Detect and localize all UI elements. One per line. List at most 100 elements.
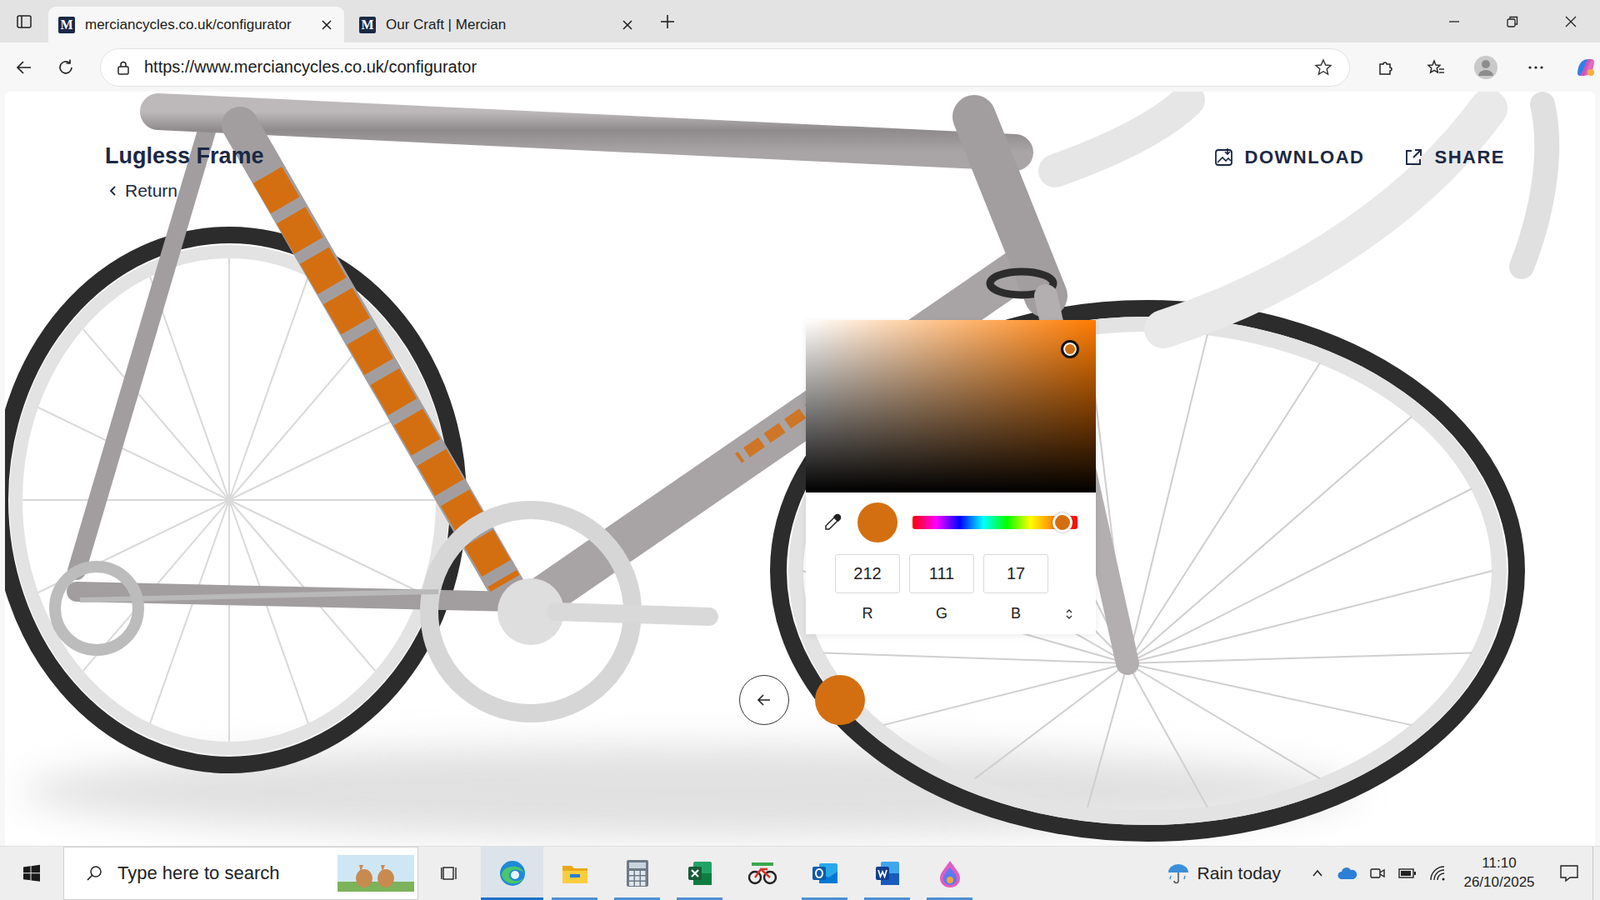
back-button[interactable] — [5, 48, 44, 87]
color-thumb[interactable] — [1060, 340, 1080, 359]
running-indicator — [926, 897, 973, 900]
favorites-button[interactable] — [1416, 48, 1455, 87]
bike-render[interactable] — [5, 91, 1595, 846]
channel-field: B — [983, 554, 1049, 623]
rear-wheel — [5, 235, 459, 765]
profile-avatar-icon — [1473, 55, 1499, 80]
drivetrain — [55, 510, 710, 714]
close-icon[interactable] — [621, 19, 634, 31]
taskbar-app[interactable] — [543, 846, 606, 900]
file-explorer-icon — [560, 860, 590, 886]
browser-viewport: Lugless Frame Return DOWNLOAD SHARE R G B — [0, 91, 1600, 846]
running-indicator — [551, 897, 598, 900]
running-indicator — [614, 897, 660, 900]
share-icon — [1402, 146, 1425, 169]
address-bar[interactable]: https://www.merciancycles.co.uk/configur… — [100, 48, 1350, 87]
minimize-icon — [1448, 15, 1460, 28]
taskbar-app[interactable] — [730, 846, 794, 900]
close-icon — [1565, 15, 1577, 28]
onedrive-button[interactable] — [1332, 866, 1363, 880]
taskbar-app[interactable] — [793, 846, 856, 900]
wifi-icon — [1429, 865, 1446, 882]
page-title: Lugless Frame — [105, 143, 265, 170]
arrow-left-icon — [755, 690, 774, 710]
channel-label: R — [862, 605, 874, 623]
tab-strip: Mmerciancycles.co.uk/configuratorMOur Cr… — [0, 0, 1600, 43]
taskbar: Type here to search Rain today 11:1026/10/… — [0, 845, 1600, 900]
paint-icon — [937, 859, 963, 888]
taskbar-app[interactable] — [605, 846, 669, 900]
page-actions: DOWNLOAD SHARE — [1213, 146, 1506, 169]
channel-input[interactable] — [835, 554, 900, 594]
battery-icon — [1398, 867, 1417, 880]
tab-actions-icon — [15, 13, 33, 30]
chevron-up-icon — [1310, 866, 1325, 880]
network-button[interactable] — [1422, 865, 1453, 882]
profile-button[interactable] — [1466, 48, 1505, 87]
action-button[interactable]: DOWNLOAD — [1213, 146, 1365, 169]
notifications-button[interactable] — [1545, 846, 1593, 900]
action-button[interactable]: SHARE — [1402, 146, 1505, 169]
task-view-button[interactable] — [418, 846, 481, 900]
browser-tab[interactable]: Mmerciancycles.co.uk/configurator — [48, 6, 345, 43]
sidebar-toggle[interactable] — [5, 2, 44, 41]
show-desktop-button[interactable] — [1592, 846, 1600, 900]
back-button[interactable] — [739, 675, 790, 725]
new-tab-button[interactable] — [648, 2, 687, 41]
back-arrow-icon — [15, 58, 34, 77]
selected-color-swatch[interactable] — [815, 675, 865, 725]
url-text: https://www.merciancycles.co.uk/configur… — [144, 57, 477, 77]
screen: Mmerciancycles.co.uk/configuratorMOur Cr… — [0, 0, 1600, 900]
close-icon[interactable] — [320, 19, 333, 31]
umbrella-rain-icon — [1165, 860, 1191, 886]
browser-tab[interactable]: MOur Craft | Mercian — [349, 6, 645, 43]
hue-slider[interactable] — [912, 515, 1078, 530]
eyedropper-icon[interactable] — [822, 512, 843, 533]
extensions-button[interactable] — [1366, 48, 1405, 87]
outlook-icon — [810, 860, 840, 887]
battery-button[interactable] — [1392, 867, 1423, 880]
taskbar-app[interactable] — [668, 846, 731, 900]
restore-button[interactable] — [1483, 0, 1542, 43]
running-indicator — [801, 897, 848, 900]
tab-label: Our Craft | Mercian — [385, 16, 612, 34]
word-icon — [874, 860, 901, 887]
copilot-icon — [1574, 55, 1598, 80]
search-highlight-icon — [337, 855, 415, 892]
copilot-button[interactable] — [1566, 48, 1600, 87]
start-button[interactable] — [0, 846, 64, 900]
saturation-brightness-area[interactable] — [805, 320, 1096, 493]
current-color-swatch — [857, 502, 898, 543]
color-picker: RGB — [805, 320, 1096, 635]
more-button[interactable] — [1516, 48, 1555, 87]
close-window-button[interactable] — [1541, 0, 1600, 43]
running-indicator — [676, 897, 723, 900]
taskbar-app[interactable] — [918, 846, 981, 900]
clock-time: 11:10 — [1481, 854, 1516, 874]
taskbar-app[interactable] — [480, 846, 544, 900]
front-wheel — [778, 308, 1517, 834]
hue-thumb[interactable] — [1052, 512, 1073, 533]
favicon-icon: M — [58, 16, 75, 34]
page-header: Lugless Frame Return — [105, 143, 265, 201]
excel-icon — [686, 860, 714, 887]
taskbar-search[interactable]: Type here to search — [63, 846, 419, 900]
channel-input[interactable] — [983, 554, 1049, 594]
return-link[interactable]: Return — [105, 180, 265, 201]
more-dots-icon — [1526, 58, 1545, 77]
channel-input[interactable] — [909, 554, 975, 594]
plus-icon — [659, 13, 676, 30]
weather-widget[interactable]: Rain today — [1165, 846, 1303, 900]
minimize-button[interactable] — [1425, 0, 1484, 43]
chevron-left-icon — [108, 185, 119, 197]
favorite-star-icon[interactable] — [1314, 58, 1333, 77]
reload-button[interactable] — [46, 48, 85, 87]
taskbar-app[interactable] — [855, 846, 919, 900]
clock[interactable]: 11:1026/10/2025 — [1452, 846, 1546, 900]
channel-label: G — [935, 605, 948, 623]
onedrive-cloud-icon — [1337, 866, 1358, 880]
mode-toggle-icon[interactable] — [1064, 607, 1075, 621]
show-hidden-icons-button[interactable] — [1302, 866, 1333, 880]
favorites-icon — [1426, 58, 1445, 77]
meet-now-button[interactable] — [1362, 865, 1393, 882]
